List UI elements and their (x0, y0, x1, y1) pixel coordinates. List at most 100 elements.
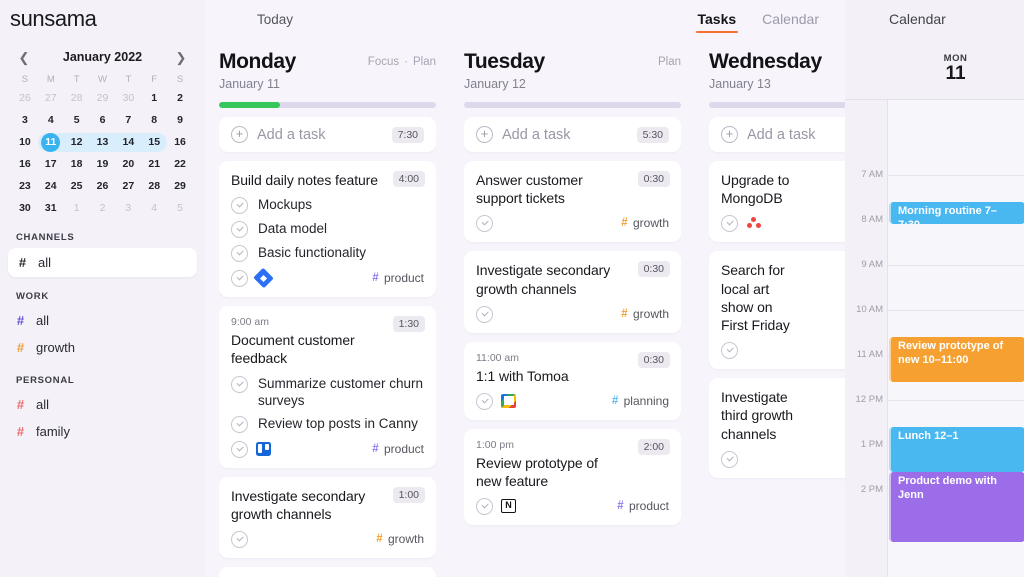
task-card[interactable]: Search for local art show on First Frida… (709, 251, 845, 370)
task-tag[interactable]: # product (371, 271, 424, 285)
task-card[interactable]: 9:00 am 1:30 Document customer feedback S… (219, 306, 436, 469)
mini-calendar-day[interactable]: 26 (90, 177, 116, 196)
chevron-right-icon[interactable]: ❯ (173, 51, 189, 64)
task-card[interactable]: 11:00 am 0:30 1:1 with Tomoa # planning (464, 341, 681, 420)
calendar-event[interactable]: Review prototype of new 10–11:00 (889, 337, 1024, 382)
day-action-focus[interactable]: Focus (368, 56, 399, 68)
mini-calendar-day[interactable]: 7 (115, 111, 141, 130)
calendar-event[interactable]: Lunch 12–1 (889, 427, 1024, 472)
mini-calendar-day[interactable]: 4 (38, 111, 64, 130)
mini-calendar-day[interactable]: 26 (12, 89, 38, 108)
mini-calendar-day[interactable]: 9 (167, 111, 193, 130)
mini-calendar-day[interactable]: 24 (38, 177, 64, 196)
task-tag[interactable]: # product (616, 499, 669, 513)
calendar-grid[interactable]: 7 AM 8 AM 9 AM 10 AM 11 AM 12 PM 1 PM 2 … (845, 100, 1024, 577)
mini-calendar-day[interactable]: 29 (90, 89, 116, 108)
task-complete-checkbox[interactable] (231, 531, 248, 549)
notion-icon[interactable] (501, 499, 516, 514)
calendar-event[interactable]: Product demo with Jenn (889, 472, 1024, 542)
task-complete-checkbox[interactable] (231, 441, 248, 459)
task-card[interactable]: 9:00 am1:30 Product demo with Jenn (219, 567, 436, 577)
mini-calendar-day[interactable]: 30 (115, 89, 141, 108)
day-action-plan[interactable]: Plan (413, 56, 436, 68)
tab-tasks[interactable]: Tasks (695, 0, 739, 38)
task-card[interactable]: 1:00 Investigate secondary growth channe… (219, 477, 436, 559)
sidebar-item-growth[interactable]: # growth (0, 334, 205, 361)
task-card[interactable]: 0:30 Investigate secondary growth channe… (464, 251, 681, 333)
mini-calendar-day[interactable]: 10 (12, 133, 38, 152)
sidebar-item-family[interactable]: # family (0, 418, 205, 445)
task-complete-checkbox[interactable] (476, 392, 493, 410)
mini-calendar-day[interactable]: 5 (64, 111, 90, 130)
mini-calendar-day[interactable]: 15 (141, 133, 168, 152)
mini-calendar-day[interactable]: 3 (12, 111, 38, 130)
mini-calendar-day[interactable]: 2 (167, 89, 193, 108)
chevron-left-icon[interactable]: ❮ (16, 51, 32, 64)
task-tag[interactable]: # planning (611, 394, 669, 408)
task-complete-checkbox[interactable] (721, 215, 738, 233)
task-card[interactable]: Investigate third growth channels (709, 378, 845, 478)
sidebar-item-all[interactable]: # all (0, 307, 205, 334)
mini-calendar-day[interactable]: 2 (90, 199, 116, 218)
add-task-row[interactable]: + Add a task 7:30 (219, 117, 436, 152)
mini-calendar-day-grid[interactable]: 26 27 28 29 30 1 2 3 4 5 6 7 8 9 10 11 12 13 14 15 16 16 17 18 1… (12, 89, 193, 218)
checkbox-icon[interactable] (231, 221, 248, 239)
task-tag[interactable]: # product (371, 442, 424, 456)
mini-calendar-day[interactable]: 28 (141, 177, 167, 196)
task-tag[interactable]: # growth (375, 532, 424, 546)
today-label[interactable]: Today (205, 0, 445, 38)
task-card[interactable]: Upgrade to MongoDB (709, 161, 845, 243)
task-complete-checkbox[interactable] (476, 215, 493, 233)
day-task-list[interactable]: + Add a task 5:30 0:30 Answer customer s… (464, 117, 681, 534)
mini-calendar-day[interactable]: 29 (167, 177, 193, 196)
task-tag[interactable]: # growth (620, 307, 669, 321)
brand-logo[interactable]: sunsama (0, 0, 205, 38)
task-complete-checkbox[interactable] (476, 498, 493, 516)
add-task-row[interactable]: + Add a task 5:30 (464, 117, 681, 152)
mini-calendar-day[interactable]: 27 (115, 177, 141, 196)
mini-calendar-day[interactable]: 13 (89, 133, 116, 152)
day-task-list[interactable]: + Add a task 7:30 4:00 Build daily notes… (219, 117, 436, 577)
subtask-item[interactable]: Review top posts in Canny (231, 415, 424, 434)
calendar-event[interactable]: Morning routine 7–7:30 (889, 202, 1024, 224)
add-task-row[interactable]: + Add a task (709, 117, 845, 152)
task-tag[interactable]: # growth (620, 216, 669, 230)
tab-calendar-panel[interactable]: Calendar (845, 0, 1024, 38)
mini-calendar-day[interactable]: 14 (115, 133, 142, 152)
mini-calendar-day[interactable]: 28 (64, 89, 90, 108)
checkbox-icon[interactable] (231, 245, 248, 263)
mini-calendar-day[interactable]: 19 (90, 155, 116, 174)
mini-calendar-day[interactable]: 22 (167, 155, 193, 174)
sidebar-item-all[interactable]: # all (8, 248, 197, 277)
day-task-list[interactable]: + Add a task Upgrade to MongoDB Search f… (709, 117, 845, 487)
mini-calendar-day[interactable]: 17 (38, 155, 64, 174)
task-card[interactable]: 0:30 Answer customer support tickets # g… (464, 161, 681, 243)
asana-icon[interactable] (746, 216, 761, 230)
mini-calendar-day[interactable]: 12 (63, 133, 90, 152)
mini-calendar-day[interactable]: 21 (141, 155, 167, 174)
mini-calendar-day[interactable]: 18 (64, 155, 90, 174)
mini-calendar-day[interactable]: 8 (141, 111, 167, 130)
mini-calendar-day[interactable]: 5 (167, 199, 193, 218)
mini-calendar-day[interactable]: 3 (115, 199, 141, 218)
task-complete-checkbox[interactable] (721, 450, 738, 468)
checkbox-icon[interactable] (231, 197, 248, 215)
checkbox-icon[interactable] (231, 416, 248, 434)
task-complete-checkbox[interactable] (721, 342, 738, 360)
mini-calendar-day[interactable]: 27 (38, 89, 64, 108)
mini-calendar-day[interactable]: 1 (141, 89, 167, 108)
task-complete-checkbox[interactable] (231, 270, 248, 288)
mini-calendar-day[interactable]: 11 (37, 133, 64, 152)
google-calendar-icon[interactable] (501, 393, 516, 408)
subtask-item[interactable]: Data model (231, 220, 424, 239)
subtask-item[interactable]: Basic functionality (231, 244, 424, 263)
mini-calendar-day[interactable]: 30 (12, 199, 38, 218)
mini-calendar-day[interactable]: 1 (64, 199, 90, 218)
subtask-item[interactable]: Summarize customer churn surveys (231, 375, 424, 410)
task-complete-checkbox[interactable] (476, 305, 493, 323)
subtask-item[interactable]: Mockups (231, 196, 424, 215)
checkbox-icon[interactable] (231, 375, 248, 393)
jira-icon[interactable] (256, 271, 271, 285)
mini-calendar-day[interactable]: 23 (12, 177, 38, 196)
task-card[interactable]: 1:00 pm 2:00 Review prototype of new feat… (464, 428, 681, 526)
